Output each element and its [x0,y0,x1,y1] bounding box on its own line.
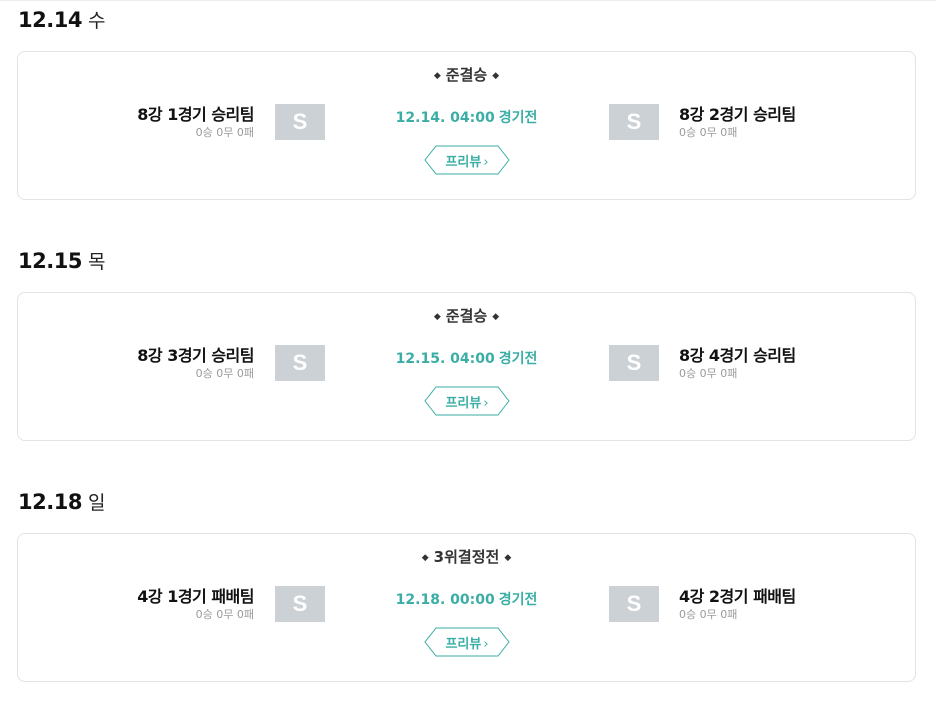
preview-label: 프리뷰 › [424,392,510,411]
round-name: 준결승 [445,66,488,84]
day-of-week: 일 [87,492,106,514]
away-team-logo-icon[interactable]: S [609,586,659,622]
preview-button[interactable]: 프리뷰 › [424,627,510,657]
chevron-right-icon: › [483,637,489,652]
preview-button[interactable]: 프리뷰 › [424,386,510,416]
match-datetime: 12.14. 04:00 [395,110,495,126]
match-card[interactable]: ◆ 3위결정전 ◆ 4강 1경기 패배팀 0승 0무 0패 S 12.18. 00:… [17,533,916,682]
round-name: 3위결정전 [433,548,500,566]
diamond-icon: ◆ [492,71,500,81]
round-name: 준결승 [445,307,488,325]
away-team-name: 4강 2경기 패배팀 [679,587,796,606]
match-status: 경기전 [498,110,538,126]
preview-label: 프리뷰 › [424,633,510,652]
round-label: ◆ 3위결정전 ◆ [18,546,915,567]
preview-label: 프리뷰 › [424,151,510,170]
diamond-icon: ◆ [421,553,429,563]
schedule-day: 12.14 수 ◆ 준결승 ◆ 8강 1경기 승리팀 0승 0무 0패 S 12.1… [0,0,936,242]
match-card[interactable]: ◆ 준결승 ◆ 8강 1경기 승리팀 0승 0무 0패 S 12.14. 04:00… [17,51,916,200]
round-label: ◆ 준결승 ◆ [18,305,915,326]
away-team-logo-icon[interactable]: S [609,104,659,140]
day-of-week: 수 [87,10,106,32]
schedule-day: 12.15 목 ◆ 준결승 ◆ 8강 3경기 승리팀 0승 0무 0패 S 12.1… [0,241,936,483]
away-team-logo-icon[interactable]: S [609,345,659,381]
away-team-name: 8강 4경기 승리팀 [679,346,796,365]
match-status: 경기전 [498,592,538,608]
date-number: 12.15 [18,249,82,273]
match-card[interactable]: ◆ 준결승 ◆ 8강 3경기 승리팀 0승 0무 0패 S 12.15. 04:00… [17,292,916,441]
away-team-record: 0승 0무 0패 [679,608,738,621]
away-team-name: 8강 2경기 승리팀 [679,105,796,124]
date-header: 12.15 목 [18,247,105,275]
diamond-icon: ◆ [433,312,441,322]
away-team[interactable]: 8강 2경기 승리팀 0승 0무 0패 [679,104,796,140]
date-header: 12.18 일 [18,488,105,516]
match-datetime: 12.18. 00:00 [395,592,495,608]
away-team-record: 0승 0무 0패 [679,367,738,380]
date-number: 12.18 [18,490,82,514]
away-team-record: 0승 0무 0패 [679,126,738,139]
away-team[interactable]: 8강 4경기 승리팀 0승 0무 0패 [679,345,796,381]
preview-text: 프리뷰 [445,155,482,170]
date-number: 12.14 [18,8,82,32]
preview-button[interactable]: 프리뷰 › [424,145,510,175]
home-team-record: 0승 0무 0패 [195,367,254,380]
away-team[interactable]: 4강 2경기 패배팀 0승 0무 0패 [679,586,796,622]
preview-text: 프리뷰 [445,637,482,652]
schedule-day: 12.18 일 ◆ 3위결정전 ◆ 4강 1경기 패배팀 0승 0무 0패 S 12… [0,482,936,724]
home-team-record: 0승 0무 0패 [195,126,254,139]
chevron-right-icon: › [483,155,489,170]
diamond-icon: ◆ [433,71,441,81]
home-team-record: 0승 0무 0패 [195,608,254,621]
preview-text: 프리뷰 [445,396,482,411]
round-label: ◆ 준결승 ◆ [18,64,915,85]
diamond-icon: ◆ [492,312,500,322]
match-datetime: 12.15. 04:00 [395,351,495,367]
diamond-icon: ◆ [504,553,512,563]
chevron-right-icon: › [483,396,489,411]
day-of-week: 목 [87,251,106,273]
date-header: 12.14 수 [18,6,105,34]
match-status: 경기전 [498,351,538,367]
